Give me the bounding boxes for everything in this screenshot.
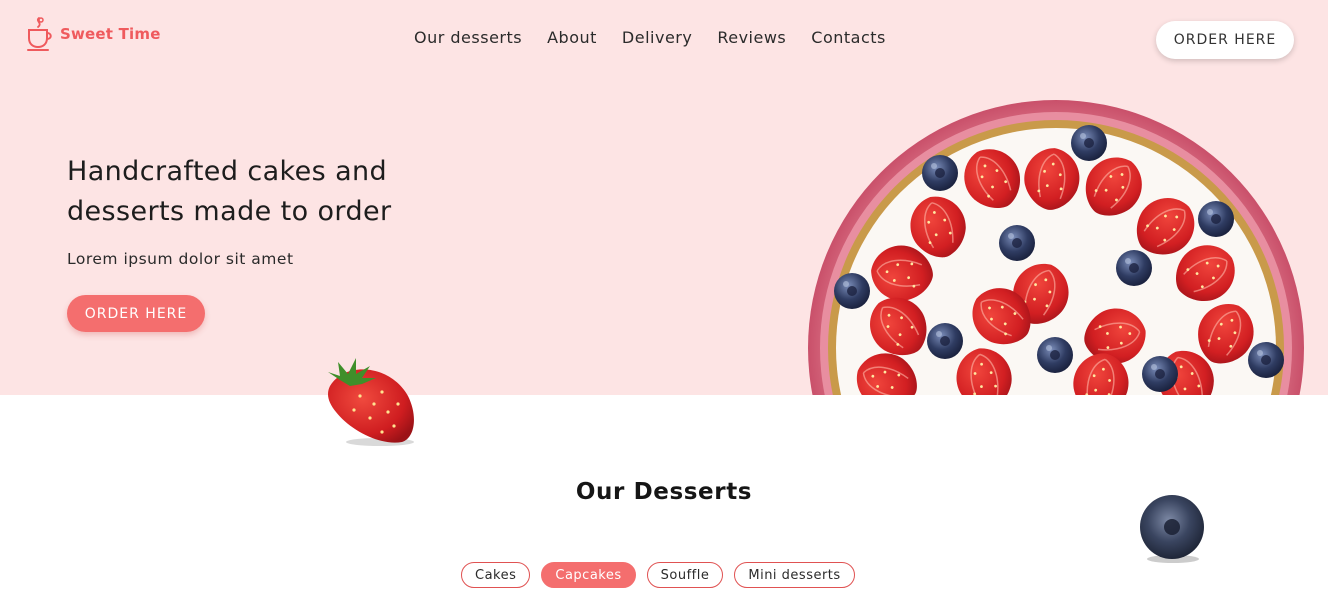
hero-order-button[interactable]: ORDER HERE [67,295,205,332]
filter-capcakes[interactable]: Capcakes [541,562,636,588]
nav-item-about[interactable]: About [547,28,597,47]
hero-headline: Handcrafted cakes and desserts made to o… [67,156,392,227]
filter-souffle[interactable]: Souffle [646,562,724,588]
berry-tart-image [808,100,1304,395]
main-nav: Our desserts About Delivery Reviews Cont… [414,28,886,47]
logo[interactable]: Sweet Time [26,16,161,52]
filter-mini-desserts[interactable]: Mini desserts [734,562,855,588]
nav-item-delivery[interactable]: Delivery [622,28,692,47]
filter-cakes[interactable]: Cakes [461,562,531,588]
strawberry-decoration [328,358,414,446]
cup-icon [27,17,52,51]
hero-section: Sweet Time Our desserts About Delivery R… [0,0,1328,395]
brand-name: Sweet Time [60,25,161,43]
nav-item-contacts[interactable]: Contacts [811,28,886,47]
header-order-button[interactable]: ORDER HERE [1156,21,1294,59]
section-title: Our Desserts [575,479,753,505]
dessert-filter-tabs: Cakes Capcakes Souffle Mini desserts [461,562,855,588]
nav-item-reviews[interactable]: Reviews [717,28,786,47]
nav-item-our-desserts[interactable]: Our desserts [414,28,522,47]
hero-subline: Lorem ipsum dolor sit amet [67,250,294,268]
